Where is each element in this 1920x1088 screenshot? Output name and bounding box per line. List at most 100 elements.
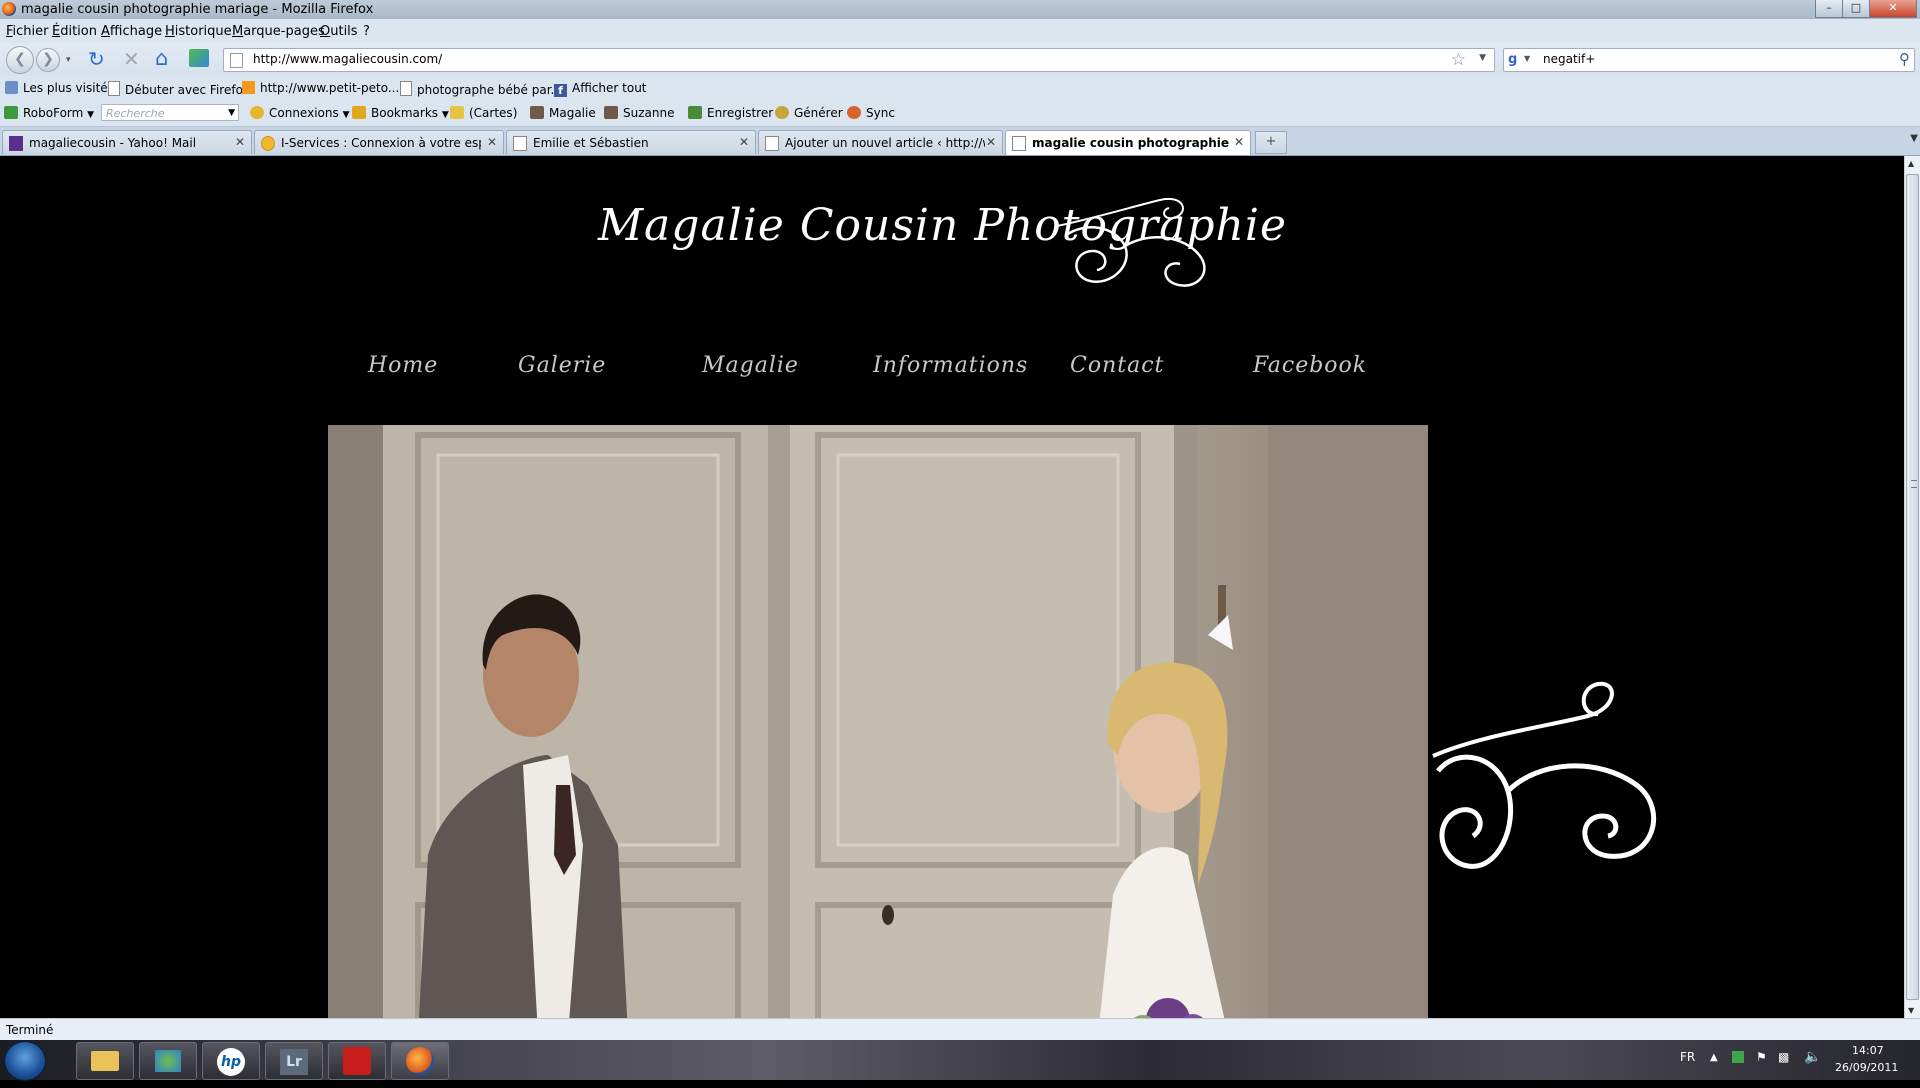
- new-tab-button[interactable]: +: [1255, 131, 1287, 154]
- minimize-button[interactable]: –: [1815, 0, 1843, 18]
- show-hidden-icons[interactable]: ▲: [1710, 1052, 1718, 1063]
- stop-icon[interactable]: ✕: [123, 47, 140, 71]
- tab-emilie-sebastien[interactable]: Emilie et Sébastien ✕: [506, 130, 756, 154]
- back-button[interactable]: ❮: [6, 46, 34, 74]
- clock-date[interactable]: 26/09/2011: [1835, 1061, 1898, 1074]
- hp-icon[interactable]: hp: [202, 1042, 260, 1080]
- search-icon[interactable]: ⚲: [1899, 50, 1910, 68]
- roboform-search-input[interactable]: Recherche ▼: [101, 104, 239, 121]
- history-dropdown-icon[interactable]: ▾: [66, 55, 71, 65]
- yahoo-mail-icon: [9, 136, 23, 151]
- rss-icon: [242, 81, 255, 94]
- action-center-flag-icon[interactable]: ⚑: [1756, 1050, 1767, 1064]
- nav-informations[interactable]: Informations: [873, 353, 1028, 378]
- acrobat-icon[interactable]: [328, 1042, 386, 1080]
- close-tab-icon[interactable]: ✕: [739, 135, 749, 149]
- volume-icon[interactable]: 🔈: [1804, 1049, 1821, 1065]
- menu-fichier[interactable]: Fichier: [6, 24, 49, 39]
- nav-home[interactable]: Home: [368, 353, 438, 378]
- network-icon[interactable]: [1732, 1051, 1744, 1063]
- menu-edition[interactable]: Édition: [52, 24, 97, 39]
- vertical-scrollbar[interactable]: ▲ ▼: [1904, 156, 1920, 1018]
- close-tab-icon[interactable]: ✕: [235, 135, 245, 149]
- clock-time[interactable]: 14:07: [1852, 1044, 1884, 1057]
- facebook-icon: f: [554, 84, 567, 97]
- bookmark-label: photographe bébé par...: [417, 83, 562, 97]
- chevron-down-icon: ▼: [342, 110, 350, 120]
- roboform-identity-magalie[interactable]: Magalie: [530, 106, 596, 120]
- menu-historique[interactable]: Historique: [165, 24, 232, 39]
- window-title: magalie cousin photographie mariage - Mo…: [21, 2, 374, 17]
- firefox-taskbar-icon[interactable]: [391, 1042, 449, 1080]
- nav-contact[interactable]: Contact: [1070, 353, 1164, 378]
- scroll-up-icon[interactable]: ▲: [1908, 159, 1914, 168]
- roboform-connexions[interactable]: Connexions ▼: [250, 106, 350, 120]
- bookmark-star-icon: [352, 106, 366, 119]
- language-indicator[interactable]: FR: [1680, 1050, 1695, 1064]
- roboform-item-label: Générer: [794, 106, 843, 120]
- scrollbar-thumb[interactable]: [1906, 174, 1919, 1000]
- bookmark-most-visited[interactable]: Les plus visités: [5, 81, 114, 95]
- tab-ajouter-article[interactable]: Ajouter un nouvel article ‹ http://w... …: [758, 130, 1003, 154]
- search-box[interactable]: g ▼ negatif+ ⚲: [1503, 48, 1915, 72]
- bookmark-afficher-tout[interactable]: f Afficher tout: [554, 81, 647, 97]
- bookmark-star-icon[interactable]: ☆: [1451, 50, 1466, 70]
- maximize-button[interactable]: □: [1842, 0, 1870, 18]
- reload-icon[interactable]: ↻: [88, 47, 105, 71]
- tab-label: Ajouter un nouvel article ‹ http://w...: [785, 136, 985, 150]
- sync-icon[interactable]: [189, 49, 209, 67]
- forward-button[interactable]: ❯: [36, 48, 60, 72]
- roboform-cartes[interactable]: (Cartes): [450, 106, 517, 120]
- tab-yahoo-mail[interactable]: magaliecousin - Yahoo! Mail ✕: [2, 130, 252, 154]
- save-icon: [688, 106, 702, 119]
- roboform-identity-suzanne[interactable]: Suzanne: [604, 106, 674, 120]
- close-tab-icon[interactable]: ✕: [487, 135, 497, 149]
- search-placeholder: Recherche: [106, 107, 165, 120]
- close-button[interactable]: ✕: [1869, 0, 1917, 18]
- tab-list-dropdown-icon[interactable]: ▼: [1910, 133, 1918, 144]
- signal-icon[interactable]: ▩: [1778, 1050, 1789, 1064]
- menu-marque-pages[interactable]: Marque-pages: [232, 24, 325, 39]
- menu-help[interactable]: ?: [363, 24, 370, 39]
- search-input[interactable]: negatif+: [1543, 52, 1595, 66]
- tab-i-services[interactable]: I-Services : Connexion à votre espac... …: [254, 130, 504, 154]
- url-bar[interactable]: http://www.magaliecousin.com/ ☆ ▼: [223, 48, 1495, 72]
- start-button[interactable]: [4, 1041, 46, 1081]
- roboform-item-label: Suzanne: [623, 106, 675, 120]
- title-bar: magalie cousin photographie mariage - Mo…: [0, 0, 1920, 20]
- menu-affichage[interactable]: Affichage: [101, 24, 162, 39]
- roboform-generer[interactable]: Générer: [775, 106, 843, 120]
- close-tab-icon[interactable]: ✕: [1234, 135, 1244, 149]
- roboform-enregistrer[interactable]: Enregistrer: [688, 106, 773, 120]
- lightroom-icon[interactable]: Lr: [265, 1042, 323, 1080]
- home-icon[interactable]: ⌂: [155, 46, 168, 70]
- tab-bar: magaliecousin - Yahoo! Mail ✕ I-Services…: [0, 127, 1920, 156]
- roboform-item-label: Enregistrer: [707, 106, 774, 120]
- chevron-down-icon[interactable]: ▼: [228, 105, 235, 122]
- tab-magalie-cousin[interactable]: magalie cousin photographie mari... ✕: [1005, 130, 1251, 155]
- roboform-bookmarks[interactable]: Bookmarks ▼: [352, 106, 449, 120]
- bookmark-petit-peto[interactable]: http://www.petit-peto...: [242, 81, 399, 95]
- bookmarks-toolbar: Les plus visités Débuter avec Firefox ht…: [0, 75, 1920, 100]
- bookmark-getting-started[interactable]: Débuter avec Firefox: [108, 81, 250, 97]
- grip-icon: [1911, 480, 1917, 488]
- bookmark-label: Débuter avec Firefox: [125, 83, 250, 97]
- menu-outils[interactable]: Outils: [320, 24, 358, 39]
- scroll-down-icon[interactable]: ▼: [1908, 1006, 1914, 1015]
- roboform-button[interactable]: RoboForm ▼: [4, 106, 94, 120]
- nav-facebook[interactable]: Facebook: [1253, 353, 1367, 378]
- roboform-sync[interactable]: Sync: [847, 106, 895, 120]
- bookmark-photographe-bebe[interactable]: photographe bébé par...: [400, 81, 562, 97]
- google-icon[interactable]: g: [1508, 52, 1523, 67]
- people-icon[interactable]: [139, 1042, 197, 1080]
- firefox-icon: [2, 2, 16, 16]
- page-icon: [108, 81, 120, 96]
- nav-galerie[interactable]: Galerie: [518, 353, 606, 378]
- explorer-icon[interactable]: [76, 1042, 134, 1080]
- identity-icon: [530, 106, 544, 119]
- hp-label: hp: [217, 1048, 245, 1076]
- search-engine-dropdown-icon[interactable]: ▼: [1524, 54, 1530, 63]
- close-tab-icon[interactable]: ✕: [986, 135, 996, 149]
- url-dropdown-icon[interactable]: ▼: [1479, 53, 1486, 63]
- nav-magalie[interactable]: Magalie: [702, 353, 799, 378]
